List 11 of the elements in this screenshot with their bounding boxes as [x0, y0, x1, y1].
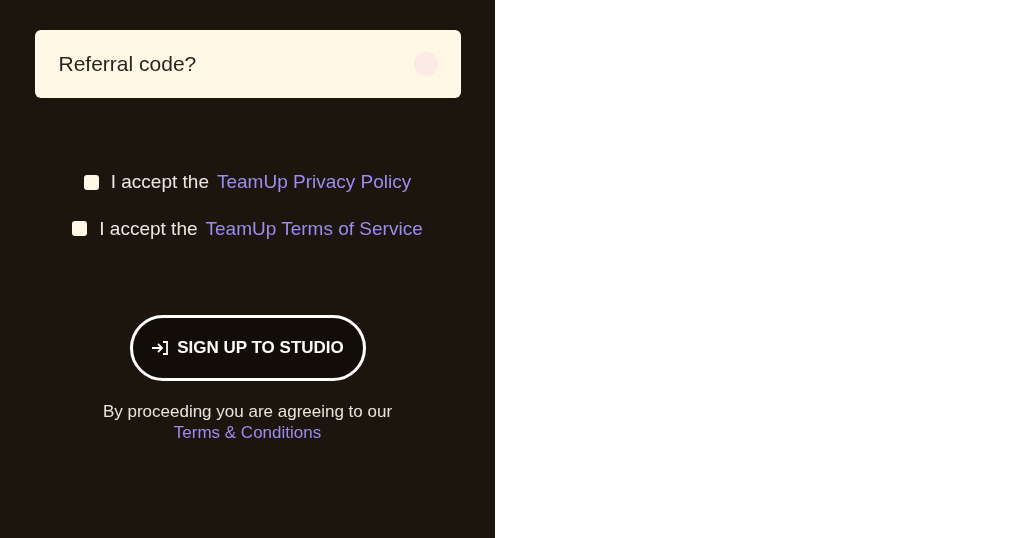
agreement-notice: By proceeding you are agreeing to our	[102, 401, 393, 422]
terms-link[interactable]: Terms & Conditions	[173, 422, 322, 443]
checkbox-label: I accept the	[99, 216, 198, 241]
referral-code-field[interactable]: Referral code?	[34, 30, 461, 98]
checkbox[interactable]	[83, 174, 99, 190]
policy-link[interactable]: TeamUp Privacy Policy	[216, 168, 412, 197]
policy-link[interactable]: TeamUp Terms of Service	[205, 214, 423, 243]
checkbox[interactable]	[72, 221, 88, 237]
sign-up-button[interactable]: SIGN UP TO STUDIO	[129, 315, 366, 381]
checkbox-label: I accept the	[110, 170, 209, 194]
sign-in-icon	[151, 340, 170, 356]
